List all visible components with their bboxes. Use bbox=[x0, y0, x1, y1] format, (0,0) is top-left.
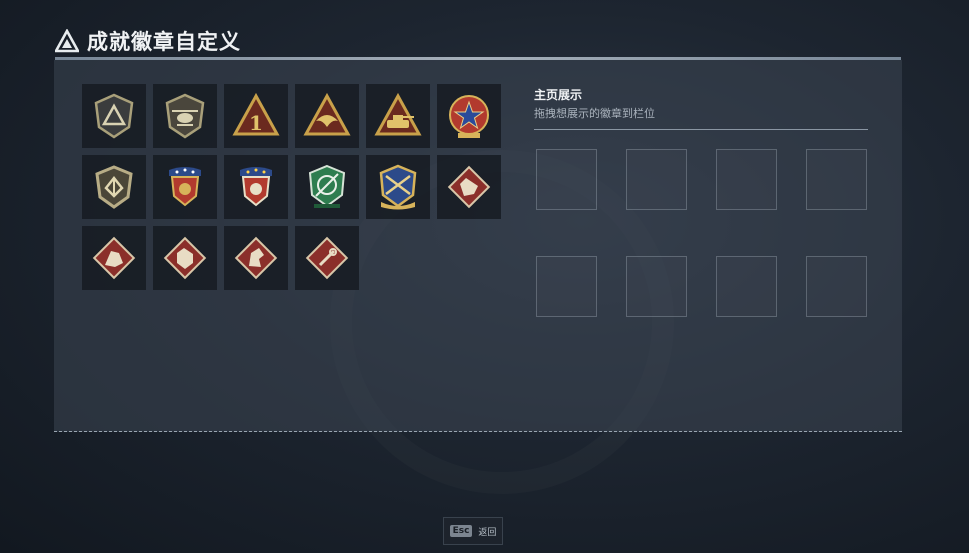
badge-item[interactable] bbox=[295, 84, 359, 148]
triangle-number-one-icon: 1 bbox=[232, 92, 280, 136]
badge-item[interactable] bbox=[437, 155, 501, 219]
showcase-slot[interactable] bbox=[806, 256, 867, 317]
page-title: 成就徽章自定义 bbox=[87, 30, 241, 54]
diamond-wolf-icon bbox=[447, 165, 491, 209]
badge-item[interactable] bbox=[224, 226, 288, 290]
eagle-crest-red-2-icon bbox=[240, 167, 272, 207]
shield-triangle-icon bbox=[94, 93, 134, 139]
badge-item[interactable] bbox=[295, 226, 359, 290]
diamond-soldier-icon bbox=[92, 236, 136, 280]
esc-key-hint: Esc bbox=[449, 525, 473, 537]
showcase-slot[interactable] bbox=[806, 149, 867, 210]
shield-wings-icon bbox=[95, 165, 133, 209]
badge-item[interactable] bbox=[153, 155, 217, 219]
showcase-divider bbox=[534, 129, 868, 130]
badge-item[interactable] bbox=[437, 84, 501, 148]
back-label: 返回 bbox=[478, 527, 497, 538]
badge-item[interactable] bbox=[295, 155, 359, 219]
page-header: 成就徽章自定义 bbox=[55, 26, 241, 56]
showcase-slot[interactable] bbox=[626, 256, 687, 317]
showcase-slot[interactable] bbox=[536, 149, 597, 210]
blue-crossed-rifles-crest-icon bbox=[379, 164, 417, 210]
badge-item[interactable] bbox=[82, 155, 146, 219]
triangle-tank-icon bbox=[374, 92, 422, 136]
badge-item[interactable] bbox=[153, 84, 217, 148]
back-button[interactable]: Esc 返回 bbox=[443, 517, 503, 545]
showcase-slot[interactable] bbox=[716, 149, 777, 210]
red-star-crest-icon bbox=[449, 95, 489, 138]
showcase-title: 主页展示 bbox=[534, 88, 583, 102]
badge-item[interactable] bbox=[82, 226, 146, 290]
showcase-section: 主页展示 拖拽想展示的徽章到栏位 bbox=[534, 86, 868, 130]
triangle-logo-icon bbox=[55, 29, 79, 53]
badge-item[interactable] bbox=[366, 155, 430, 219]
helicopter-shield-icon bbox=[165, 93, 205, 139]
badge-item[interactable]: 1 bbox=[224, 84, 288, 148]
showcase-subtitle: 拖拽想展示的徽章到栏位 bbox=[534, 107, 655, 120]
diamond-tiger-icon bbox=[163, 236, 207, 280]
diamond-tools-icon bbox=[305, 236, 349, 280]
diamond-horse-icon bbox=[234, 236, 278, 280]
eagle-crest-red-icon bbox=[169, 167, 201, 207]
svg-text:1: 1 bbox=[249, 111, 263, 135]
showcase-slots bbox=[536, 149, 867, 317]
showcase-slot[interactable] bbox=[536, 256, 597, 317]
showcase-slot[interactable] bbox=[716, 256, 777, 317]
badge-item[interactable] bbox=[224, 155, 288, 219]
green-scope-crest-icon bbox=[308, 164, 346, 208]
triangle-eagle-icon bbox=[303, 92, 351, 136]
badge-grid: 1 bbox=[82, 84, 501, 290]
badge-item[interactable] bbox=[82, 84, 146, 148]
badge-item[interactable] bbox=[153, 226, 217, 290]
badge-item[interactable] bbox=[366, 84, 430, 148]
showcase-slot[interactable] bbox=[626, 149, 687, 210]
